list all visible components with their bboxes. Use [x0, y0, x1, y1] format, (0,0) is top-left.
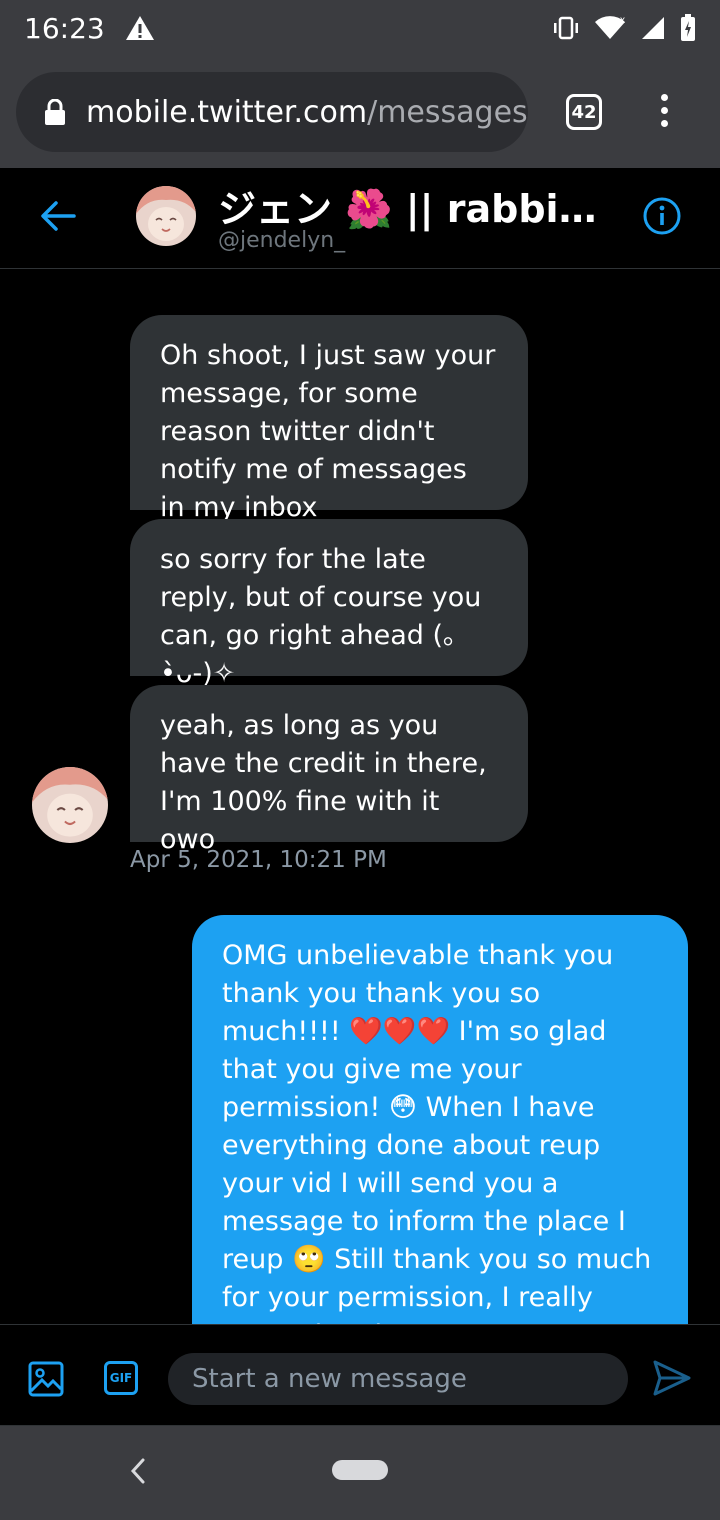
- nav-back-icon[interactable]: [128, 1456, 148, 1486]
- battery-charging-icon: [681, 14, 695, 41]
- home-button[interactable]: [332, 1460, 388, 1480]
- conversation-name: ジェン 🌺 || rabbitc...: [218, 187, 598, 231]
- back-arrow-icon[interactable]: [40, 200, 76, 232]
- conversation-handle: @jendelyn_: [218, 228, 346, 253]
- outgoing-message[interactable]: OMG unbelievable thank you thank you tha…: [192, 915, 688, 1324]
- message-thread[interactable]: Oh shoot, I just saw your message, for s…: [0, 269, 720, 1324]
- info-icon[interactable]: [642, 196, 682, 236]
- browser-menu-icon[interactable]: [654, 94, 674, 132]
- tab-switcher-button[interactable]: 42: [566, 94, 602, 130]
- message-input[interactable]: [168, 1353, 628, 1405]
- sender-avatar[interactable]: [32, 767, 108, 843]
- incoming-message[interactable]: yeah, as long as you have the credit in …: [130, 685, 528, 855]
- lock-icon: [45, 99, 65, 125]
- url-path: /messages: [367, 94, 528, 130]
- url-host: mobile.twitter.com: [86, 94, 368, 130]
- image-icon[interactable]: [28, 1361, 64, 1397]
- status-bar: 16:23 x: [0, 0, 720, 56]
- outgoing-message-text: OMG unbelievable thank you thank you tha…: [222, 940, 652, 1324]
- avatar[interactable]: [136, 186, 196, 246]
- conversation-header: ジェン 🌺 || rabbitc... @jendelyn_: [0, 168, 720, 269]
- browser-toolbar: mobile.twitter.com/messages 42: [0, 56, 720, 168]
- send-icon[interactable]: [652, 1359, 692, 1397]
- signal-icon: [642, 17, 664, 39]
- system-navigation-bar: [0, 1426, 720, 1520]
- message-timestamp: Apr 5, 2021, 10:21 PM: [130, 847, 387, 873]
- warning-icon: [125, 16, 154, 40]
- vibrate-icon: [554, 16, 578, 40]
- status-icons: x: [552, 14, 696, 42]
- url-bar[interactable]: mobile.twitter.com/messages: [16, 72, 528, 152]
- incoming-message[interactable]: Oh shoot, I just saw your message, for s…: [130, 315, 528, 523]
- wifi-icon: x: [595, 15, 625, 39]
- message-composer: GIF: [0, 1324, 720, 1426]
- status-time: 16:23: [24, 11, 105, 45]
- gif-icon[interactable]: GIF: [104, 1361, 138, 1395]
- svg-text:x: x: [620, 15, 625, 26]
- incoming-message[interactable]: so sorry for the late reply, but of cour…: [130, 519, 528, 689]
